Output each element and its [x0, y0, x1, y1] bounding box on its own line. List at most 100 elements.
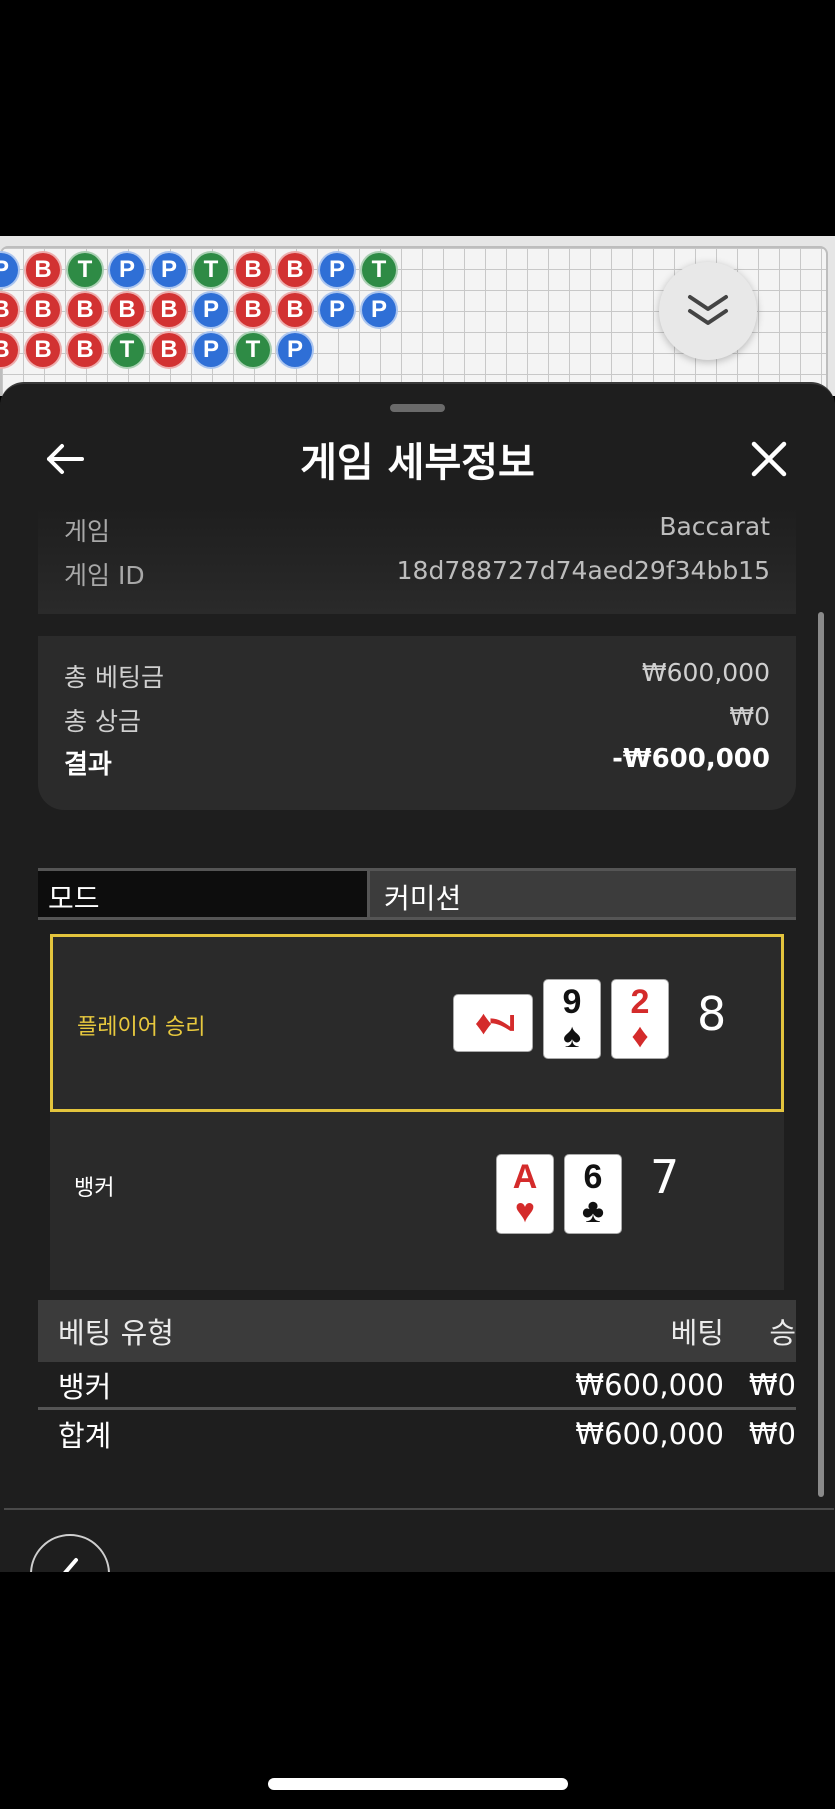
result-value: -₩600,000 [612, 744, 770, 774]
mode-row: 모드 커미션 [38, 868, 796, 920]
bet-type-cell: 뱅커 [58, 1369, 112, 1404]
home-indicator[interactable] [268, 1778, 568, 1790]
player-score: 8 [697, 987, 727, 1041]
bead-P: P [192, 331, 230, 369]
total-bet-value: ₩600,000 [641, 658, 770, 687]
bead-B: B [234, 291, 272, 329]
bead-P: P [360, 291, 398, 329]
card-rank: A [512, 1158, 538, 1196]
card-suit-icon: ♣ [581, 1192, 605, 1230]
bead-B: B [66, 331, 104, 369]
game-row: 게임 Baccarat [64, 512, 770, 548]
bottom-bar-area [0, 1572, 835, 1809]
card-rank: 9 [562, 983, 582, 1021]
collapse-button[interactable] [659, 262, 757, 360]
close-icon [751, 441, 787, 477]
bead-T: T [108, 331, 146, 369]
player-hand: 플레이어 승리 7 ♦ 9 ♠ 2 ♦ 8 [50, 934, 784, 1112]
bead-row: BBBBBPBBPP [0, 291, 398, 329]
double-chevron-down-icon [688, 295, 728, 325]
playing-card: 9 ♠ [543, 979, 601, 1059]
total-label-cell: 합계 [58, 1419, 112, 1453]
mode-value: 커미션 [370, 871, 796, 917]
header-win: 승 [769, 1316, 796, 1350]
banker-hand: 뱅커 A ♥ 6 ♣ 7 [50, 1112, 784, 1290]
bead-B: B [150, 331, 188, 369]
game-info-card: 게임 Baccarat 게임 ID 18d788727d74aed29f34bb… [38, 506, 796, 614]
bead-B: B [66, 291, 104, 329]
bead-B: B [276, 291, 314, 329]
card-suit-icon: ♠ [562, 1017, 582, 1055]
bead-B: B [276, 251, 314, 289]
close-button[interactable] [744, 434, 794, 484]
bead-P: P [108, 251, 146, 289]
bead-row: PBTPPTBBPT [0, 251, 398, 289]
win-amount-cell: ₩0 [748, 1367, 796, 1402]
scrollbar[interactable] [818, 612, 824, 1497]
bead-T: T [66, 251, 104, 289]
card-suit-icon: ♦ [631, 1017, 649, 1055]
bet-table-header: 베팅 유형 베팅 승 [38, 1300, 796, 1362]
bead-P: P [0, 251, 20, 289]
banker-hand-label: 뱅커 [74, 1176, 115, 1201]
game-id-label: 게임 ID [64, 561, 145, 590]
total-bet-row: 총 베팅금 ₩600,000 [64, 658, 770, 694]
playing-card: 2 ♦ [611, 979, 669, 1059]
total-bet-label: 총 베팅금 [64, 663, 164, 692]
game-value: Baccarat [659, 512, 770, 541]
bet-summary-card: 총 베팅금 ₩600,000 총 상금 ₩0 결과 -₩600,000 [38, 636, 796, 810]
banker-score: 7 [650, 1150, 680, 1204]
header-bet-type: 베팅 유형 [58, 1316, 174, 1350]
drag-handle[interactable] [390, 404, 445, 412]
game-id-row: 게임 ID 18d788727d74aed29f34bb15 [64, 556, 770, 592]
total-win-label: 총 상금 [64, 707, 141, 736]
bead-road: PBTPPTBBPTBBBBBPBBPPBBBTBPTP [0, 236, 835, 396]
header-bet: 베팅 [670, 1316, 724, 1350]
bead-T: T [360, 251, 398, 289]
bead-B: B [24, 291, 62, 329]
bead-B: B [108, 291, 146, 329]
playing-card: 7 ♦ [453, 994, 533, 1052]
bead-P: P [150, 251, 188, 289]
game-timestamp: 2026. 9. 22. 오후 12:57:07 [262, 1564, 574, 1572]
player-hand-label: 플레이어 승리 [77, 1015, 206, 1040]
previous-game-button[interactable] [30, 1534, 110, 1572]
bet-table: 베팅 유형 베팅 승 뱅커 ₩600,000 ₩0 합계 ₩600,000 ₩0 [38, 1300, 796, 1458]
status-bar-area [0, 0, 835, 236]
game-label: 게임 [64, 517, 111, 546]
bead-row: BBBTBPTP [0, 331, 314, 369]
bet-amount-cell: ₩600,000 [575, 1367, 724, 1402]
bead-B: B [234, 251, 272, 289]
result-label: 결과 [64, 750, 112, 780]
total-win-row: 총 상금 ₩0 [64, 702, 770, 738]
table-row-total: 합계 ₩600,000 ₩0 [38, 1410, 796, 1458]
card-suit-icon: ♥ [514, 1192, 536, 1230]
bead-B: B [24, 251, 62, 289]
page-title: 게임 세부정보 [300, 440, 535, 486]
total-bet-cell: ₩600,000 [575, 1417, 724, 1451]
bead-B: B [150, 291, 188, 329]
table-row: 뱅커 ₩600,000 ₩0 [38, 1362, 796, 1410]
game-details-sheet: 게임 세부정보 게임 Baccarat 게임 ID 18d788727d74ae… [0, 382, 835, 1572]
bead-P: P [276, 331, 314, 369]
card-rank: 7 [482, 1013, 521, 1033]
bead-P: P [192, 291, 230, 329]
bead-P: P [318, 291, 356, 329]
game-id-value[interactable]: 18d788727d74aed29f34bb15 [397, 556, 770, 592]
mode-label: 모드 [38, 871, 370, 917]
card-rank: 2 [630, 983, 650, 1021]
chevron-left-icon [63, 1558, 78, 1572]
playing-card: A ♥ [496, 1154, 554, 1234]
bead-B: B [0, 331, 20, 369]
card-rank: 6 [583, 1158, 603, 1196]
bead-T: T [192, 251, 230, 289]
total-win-cell: ₩0 [748, 1417, 796, 1451]
bead-T: T [234, 331, 272, 369]
bead-B: B [24, 331, 62, 369]
total-win-value: ₩0 [729, 702, 770, 731]
bead-P: P [318, 251, 356, 289]
playing-card: 6 ♣ [564, 1154, 622, 1234]
result-row: 결과 -₩600,000 [64, 744, 770, 781]
divider [4, 1508, 834, 1510]
bead-B: B [0, 291, 20, 329]
